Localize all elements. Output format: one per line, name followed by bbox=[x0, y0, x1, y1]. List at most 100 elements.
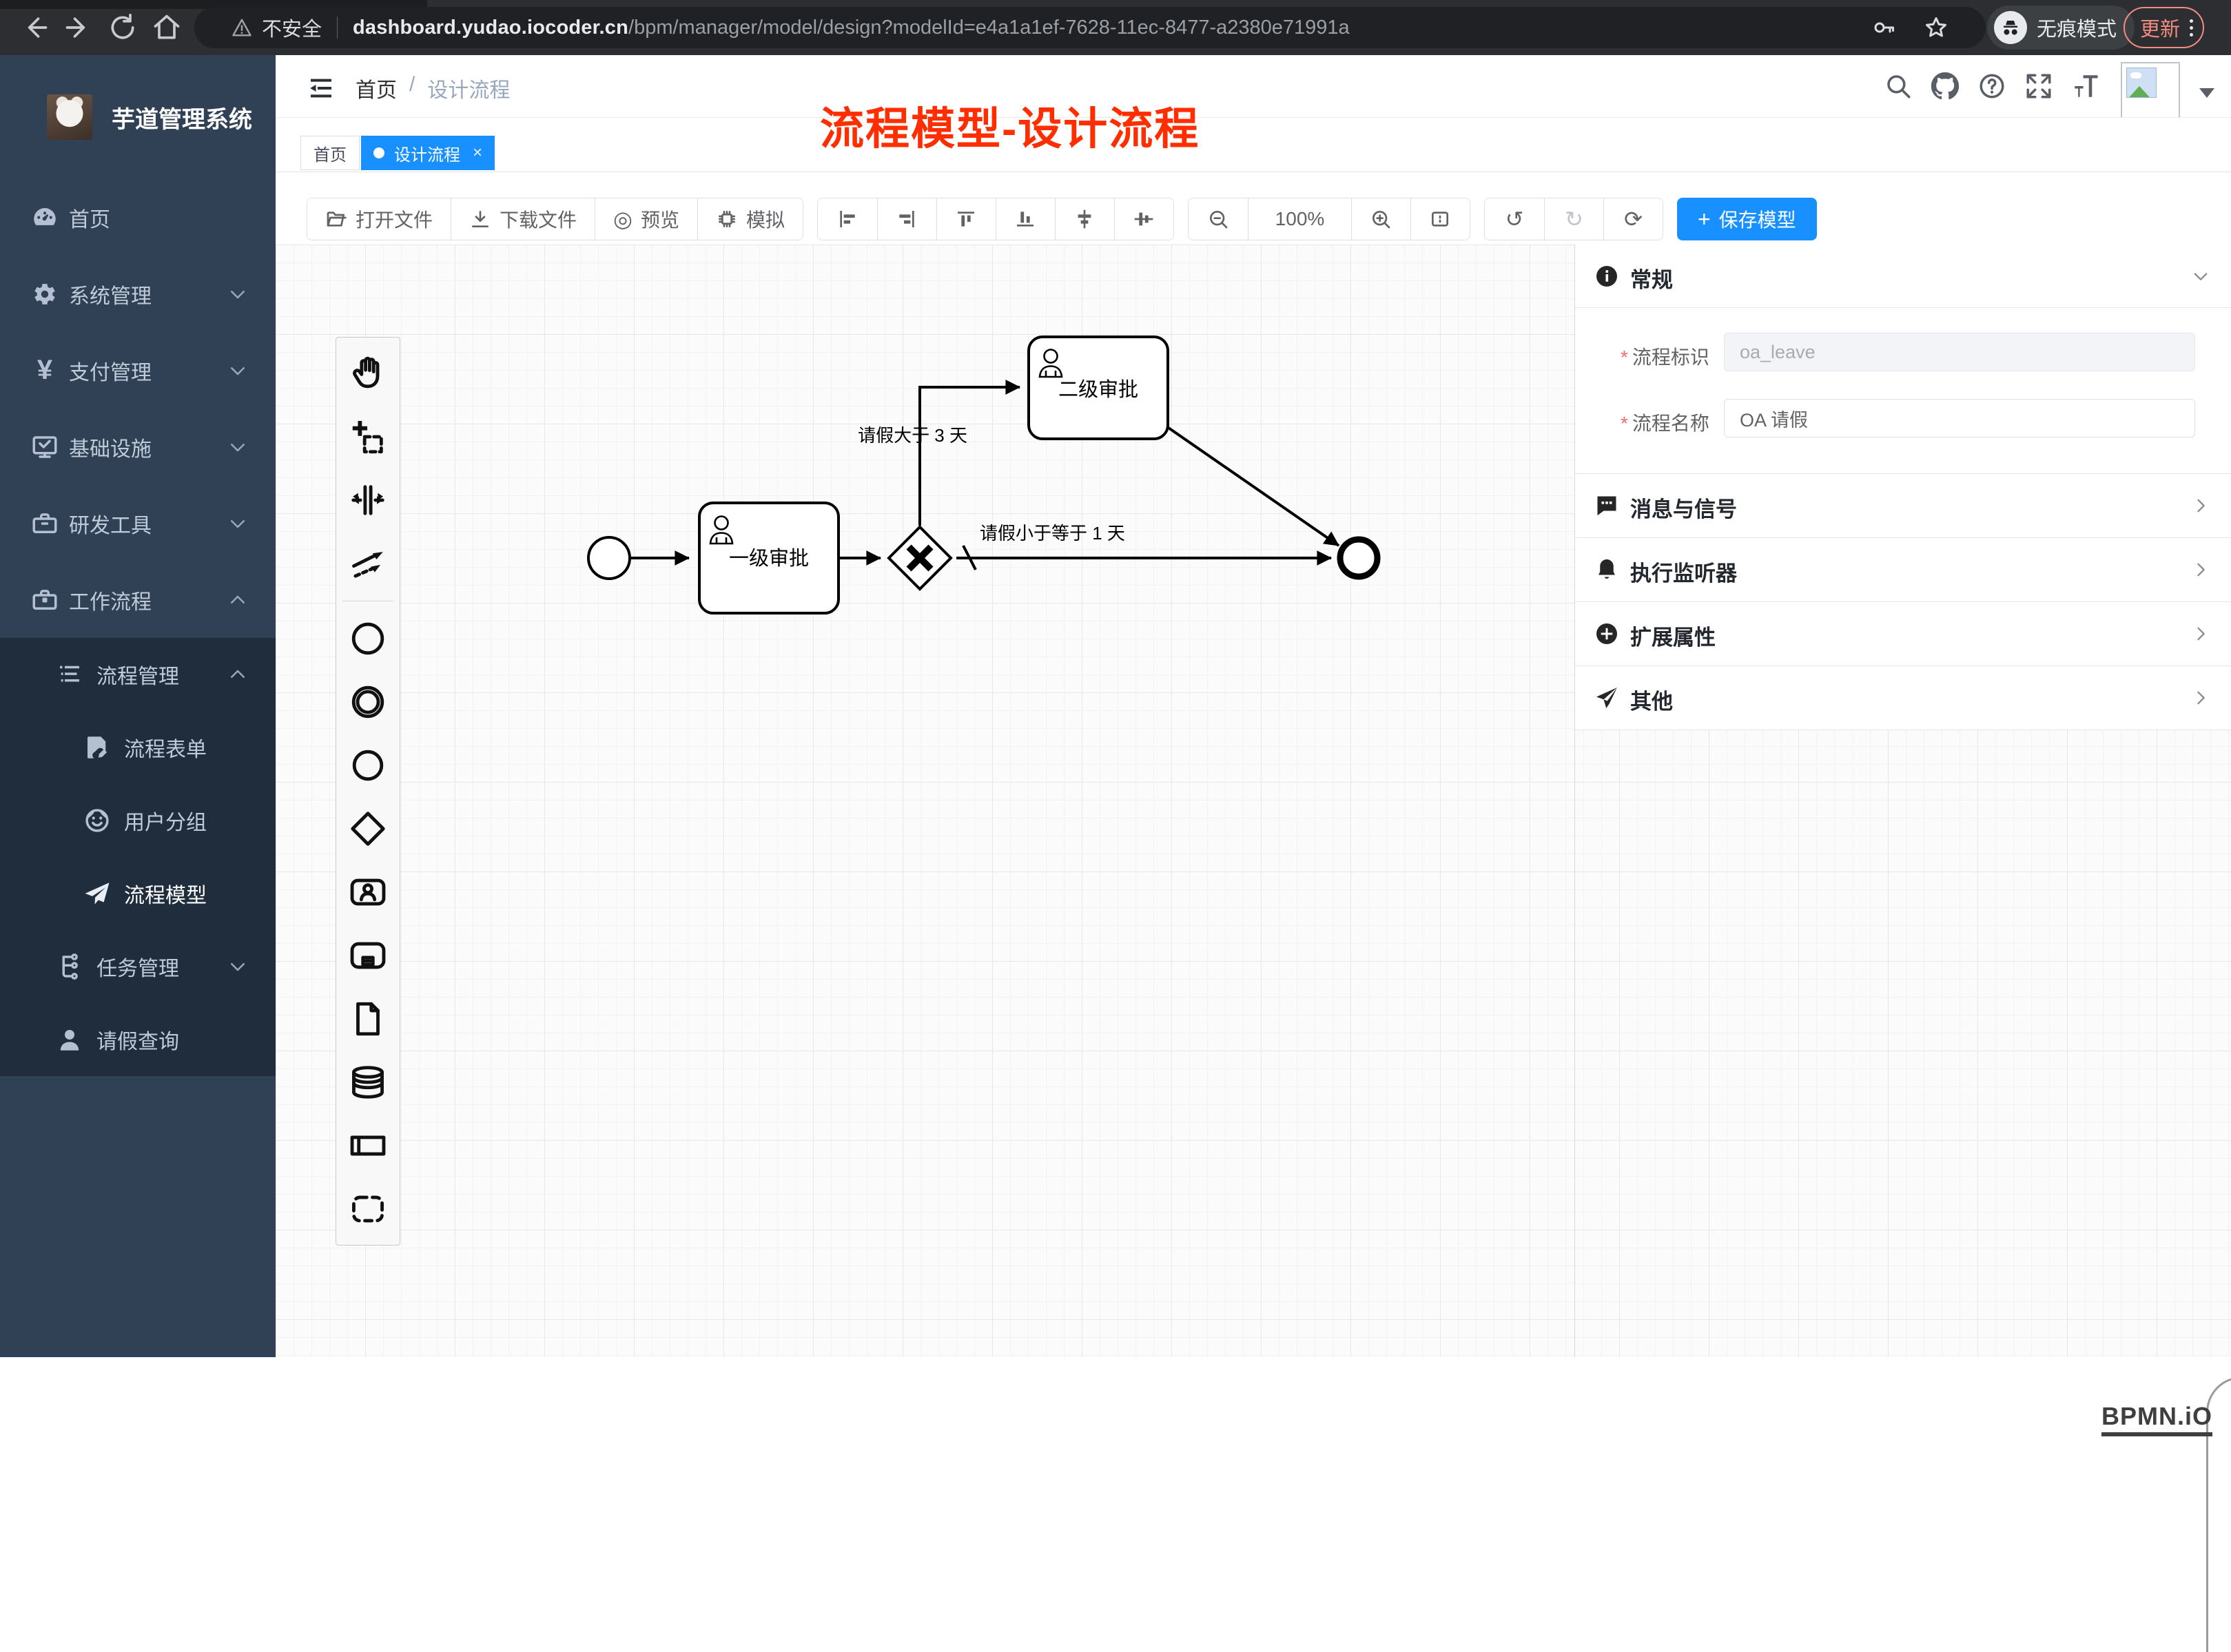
undo-button[interactable]: ↺ bbox=[1485, 198, 1544, 240]
global-connect-tool[interactable] bbox=[336, 532, 400, 595]
align-center-vertical-button[interactable] bbox=[1114, 198, 1173, 240]
breadcrumb-home[interactable]: 首页 bbox=[356, 73, 397, 103]
forward-icon[interactable] bbox=[63, 12, 94, 43]
sidebar-item-label: 用户分组 bbox=[124, 805, 207, 836]
bookmark-star-icon[interactable] bbox=[1924, 15, 1949, 40]
back-icon[interactable] bbox=[19, 12, 50, 43]
section-extended-properties[interactable]: 扩展属性 bbox=[1575, 602, 2231, 666]
section-title: 执行监听器 bbox=[1630, 556, 1737, 587]
restart-button[interactable]: ⟳ bbox=[1603, 198, 1663, 240]
space-tool[interactable] bbox=[336, 468, 400, 532]
flow-label-gt3[interactable]: 请假大于 3 天 bbox=[858, 425, 967, 446]
sidebar-item-label: 研发工具 bbox=[69, 508, 152, 539]
align-top-icon bbox=[955, 208, 977, 230]
create-gateway[interactable] bbox=[336, 797, 400, 860]
end-event[interactable] bbox=[1340, 539, 1377, 577]
reload-icon[interactable] bbox=[107, 12, 138, 43]
browser-menu-icon[interactable] bbox=[2190, 19, 2193, 37]
update-button[interactable]: 更新 bbox=[2124, 7, 2204, 48]
align-bottom-button[interactable] bbox=[996, 198, 1055, 240]
create-start-event[interactable] bbox=[336, 607, 400, 670]
security-label[interactable]: 不安全 bbox=[262, 13, 322, 42]
zoom-level[interactable]: 100% bbox=[1248, 198, 1351, 240]
create-subprocess[interactable] bbox=[336, 924, 400, 987]
preview-button[interactable]: ◎ 预览 bbox=[595, 198, 697, 240]
redo-button[interactable]: ↻ bbox=[1544, 198, 1603, 240]
sidebar-item-workflow[interactable]: 工作流程 bbox=[0, 561, 276, 638]
sidebar-item-process-form[interactable]: 流程表单 bbox=[0, 711, 276, 784]
process-key-input[interactable] bbox=[1724, 333, 2195, 371]
sidebar-item-label: 流程表单 bbox=[124, 732, 207, 763]
align-left-button[interactable] bbox=[818, 198, 877, 240]
bpmn-io-link[interactable]: BPMN.iO bbox=[2101, 1402, 2212, 1436]
create-data-object[interactable] bbox=[336, 987, 400, 1051]
align-center-horizontal-button[interactable] bbox=[1055, 198, 1114, 240]
home-icon[interactable] bbox=[152, 12, 182, 43]
create-end-event[interactable] bbox=[336, 734, 400, 797]
chevron-up-icon bbox=[227, 664, 248, 685]
github-icon[interactable] bbox=[1931, 72, 1960, 101]
avatar-caret-icon[interactable] bbox=[2199, 88, 2214, 98]
sidebar-item-devtools[interactable]: 研发工具 bbox=[0, 485, 276, 561]
help-icon[interactable] bbox=[1977, 72, 2006, 101]
zoom-in-button[interactable] bbox=[1351, 198, 1410, 240]
section-other[interactable]: 其他 bbox=[1575, 666, 2231, 730]
save-model-button[interactable]: + 保存模型 bbox=[1677, 198, 1817, 240]
refresh-icon: ⟳ bbox=[1624, 208, 1643, 230]
sidebar-item-user-group[interactable]: 用户分组 bbox=[0, 784, 276, 857]
create-user-task[interactable] bbox=[336, 860, 400, 924]
start-event[interactable] bbox=[588, 537, 630, 579]
zoom-reset-button[interactable] bbox=[1410, 198, 1470, 240]
close-icon[interactable]: × bbox=[470, 143, 482, 163]
process-name-input[interactable] bbox=[1724, 399, 2195, 437]
user-task-level1[interactable]: 一级审批 bbox=[699, 503, 839, 613]
incognito-icon bbox=[1994, 11, 2027, 44]
field-process-name: *流程名称 bbox=[1575, 391, 2231, 454]
section-execution-listener[interactable]: 执行监听器 bbox=[1575, 538, 2231, 602]
zoom-out-button[interactable] bbox=[1189, 198, 1248, 240]
fullscreen-icon[interactable] bbox=[2024, 72, 2053, 101]
field-label: *流程标识 bbox=[1621, 342, 1709, 370]
field-label: *流程名称 bbox=[1621, 409, 1709, 436]
flow-label-le1[interactable]: 请假小于等于 1 天 bbox=[980, 523, 1125, 544]
create-data-store[interactable] bbox=[336, 1051, 400, 1114]
search-icon[interactable] bbox=[1884, 72, 1913, 101]
sidebar-item-system[interactable]: 系统管理 bbox=[0, 256, 276, 332]
field-process-key: *流程标识 bbox=[1575, 324, 2231, 388]
url-host[interactable]: dashboard.yudao.iocoder.cn bbox=[353, 17, 628, 39]
send-icon bbox=[1594, 685, 1619, 710]
sidebar-item-process-model[interactable]: 流程模型 bbox=[0, 857, 276, 930]
open-file-button[interactable]: 打开文件 bbox=[307, 198, 451, 240]
font-size-icon[interactable] bbox=[2071, 72, 2100, 101]
simulate-button[interactable]: 模拟 bbox=[697, 198, 803, 240]
sidebar-fold-icon[interactable] bbox=[307, 74, 335, 98]
align-top-button[interactable] bbox=[936, 198, 996, 240]
align-right-button[interactable] bbox=[877, 198, 936, 240]
create-intermediate-event[interactable] bbox=[336, 670, 400, 734]
create-group[interactable] bbox=[336, 1177, 400, 1241]
sidebar-item-task-management[interactable]: 任务管理 bbox=[0, 930, 276, 1003]
sidebar-item-leave-query[interactable]: 请假查询 bbox=[0, 1003, 276, 1076]
exclusive-gateway[interactable] bbox=[889, 527, 951, 589]
app-logo-row[interactable]: 芋道管理系统 bbox=[0, 55, 276, 179]
section-general[interactable]: 常规 bbox=[1575, 245, 2231, 308]
password-key-icon[interactable] bbox=[1871, 15, 1896, 40]
sidebar-item-home[interactable]: 首页 bbox=[0, 179, 276, 256]
lasso-tool[interactable] bbox=[336, 405, 400, 468]
breadcrumb-separator: / bbox=[409, 73, 415, 103]
create-participant[interactable] bbox=[336, 1114, 400, 1177]
avatar[interactable] bbox=[2121, 62, 2180, 121]
url-bar[interactable]: 不安全 dashboard.yudao.iocoder.cn/bpm/manag… bbox=[194, 7, 1986, 48]
hand-tool[interactable] bbox=[336, 342, 400, 405]
bpmn-diagram: 一级审批 二级审批 bbox=[276, 245, 1574, 1357]
sidebar-item-process-management[interactable]: 流程管理 bbox=[0, 638, 276, 711]
sidebar-item-infrastructure[interactable]: 基础设施 bbox=[0, 409, 276, 485]
tab-home[interactable]: 首页 bbox=[300, 136, 360, 170]
section-message-signal[interactable]: 消息与信号 bbox=[1575, 474, 2231, 538]
url-path[interactable]: /bpm/manager/model/design?modelId=e4a1a1… bbox=[628, 17, 1350, 39]
sidebar-item-label: 系统管理 bbox=[69, 279, 152, 309]
tab-design-process[interactable]: 设计流程 × bbox=[361, 136, 495, 170]
user-task-level2[interactable]: 二级审批 bbox=[1029, 337, 1168, 439]
download-file-button[interactable]: 下载文件 bbox=[451, 198, 595, 240]
sidebar-item-payment[interactable]: ¥ 支付管理 bbox=[0, 332, 276, 409]
